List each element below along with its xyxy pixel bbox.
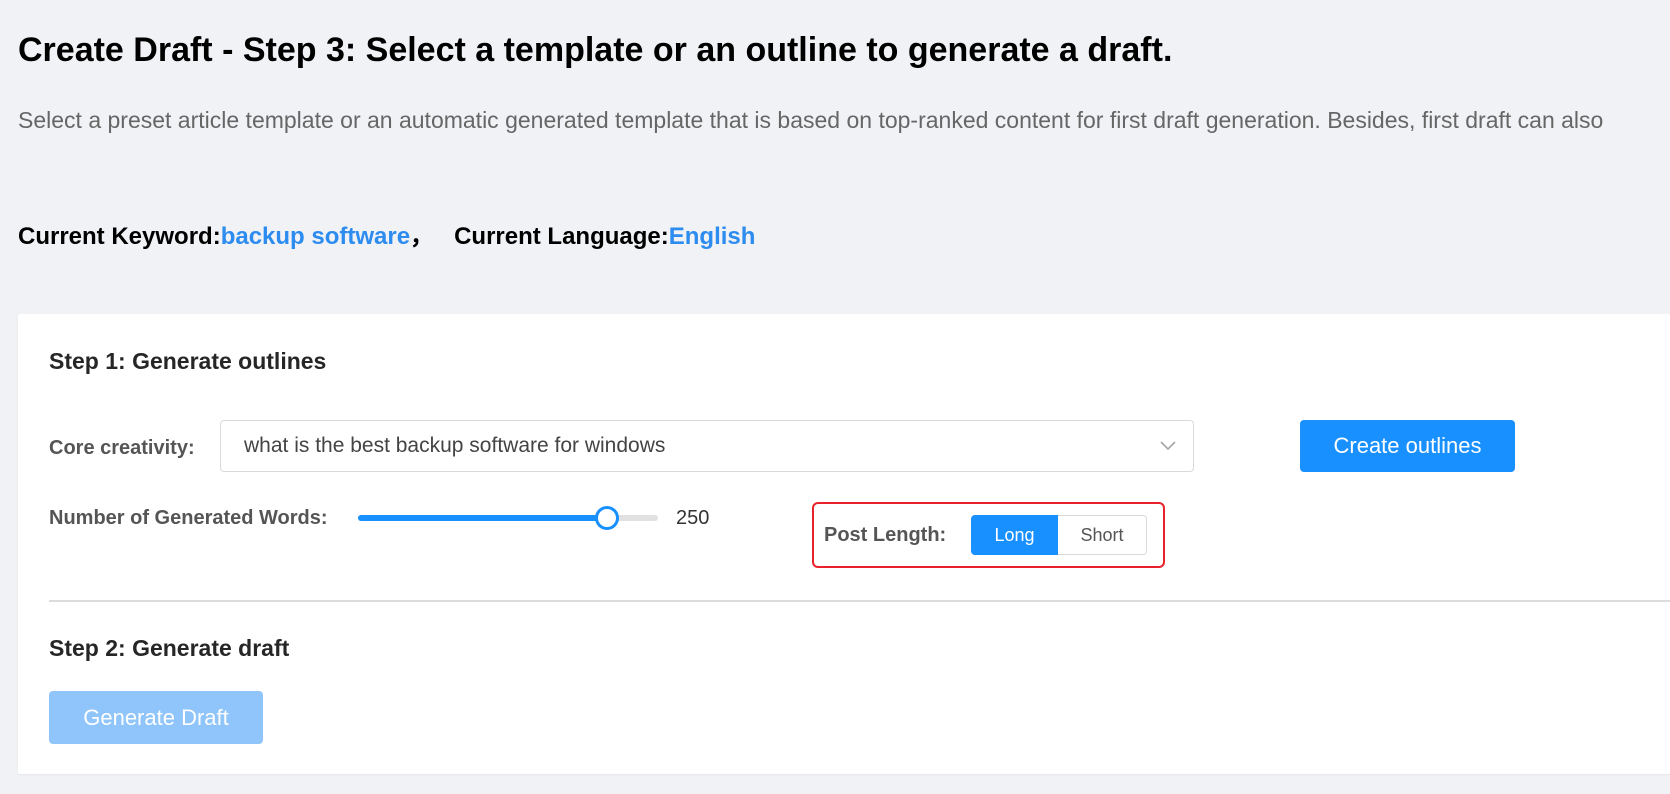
words-count-value: 250 [676,507,710,529]
slider-handle[interactable] [595,506,619,530]
draft-generation-card: Step 1: Generate outlines Core creativit… [18,314,1670,774]
step2-title: Step 2: Generate draft [49,635,290,661]
create-outlines-button[interactable]: Create outlines [1300,420,1515,472]
core-creativity-label: Core creativity: [49,437,195,459]
step1-title: Step 1: Generate outlines [49,348,327,374]
post-length-long-option[interactable]: Long [971,515,1058,555]
page-description: Select a preset article template or an a… [18,107,1604,133]
chevron-down-icon [1160,441,1176,451]
core-creativity-select[interactable]: what is the best backup software for win… [220,420,1194,472]
post-length-short-option[interactable]: Short [1058,515,1147,555]
current-language-label: Current Language: [454,223,669,250]
post-length-toggle: Long Short [971,515,1147,555]
slider-track [358,515,607,521]
current-context: Current Keyword:backup software， Current … [18,222,755,252]
core-creativity-value: what is the best backup software for win… [244,434,666,457]
current-keyword-value: backup software [220,223,411,250]
words-count-label: Number of Generated Words: [49,507,328,529]
current-keyword-label: Current Keyword: [18,223,221,250]
section-divider [49,600,1670,602]
generate-draft-button[interactable]: Generate Draft [49,691,263,744]
words-count-slider[interactable] [358,506,658,530]
current-language-value: English [668,223,756,250]
post-length-label: Post Length: [824,524,947,546]
context-separator: ， [410,223,435,250]
page-title: Create Draft - Step 3: Select a template… [18,31,1173,69]
